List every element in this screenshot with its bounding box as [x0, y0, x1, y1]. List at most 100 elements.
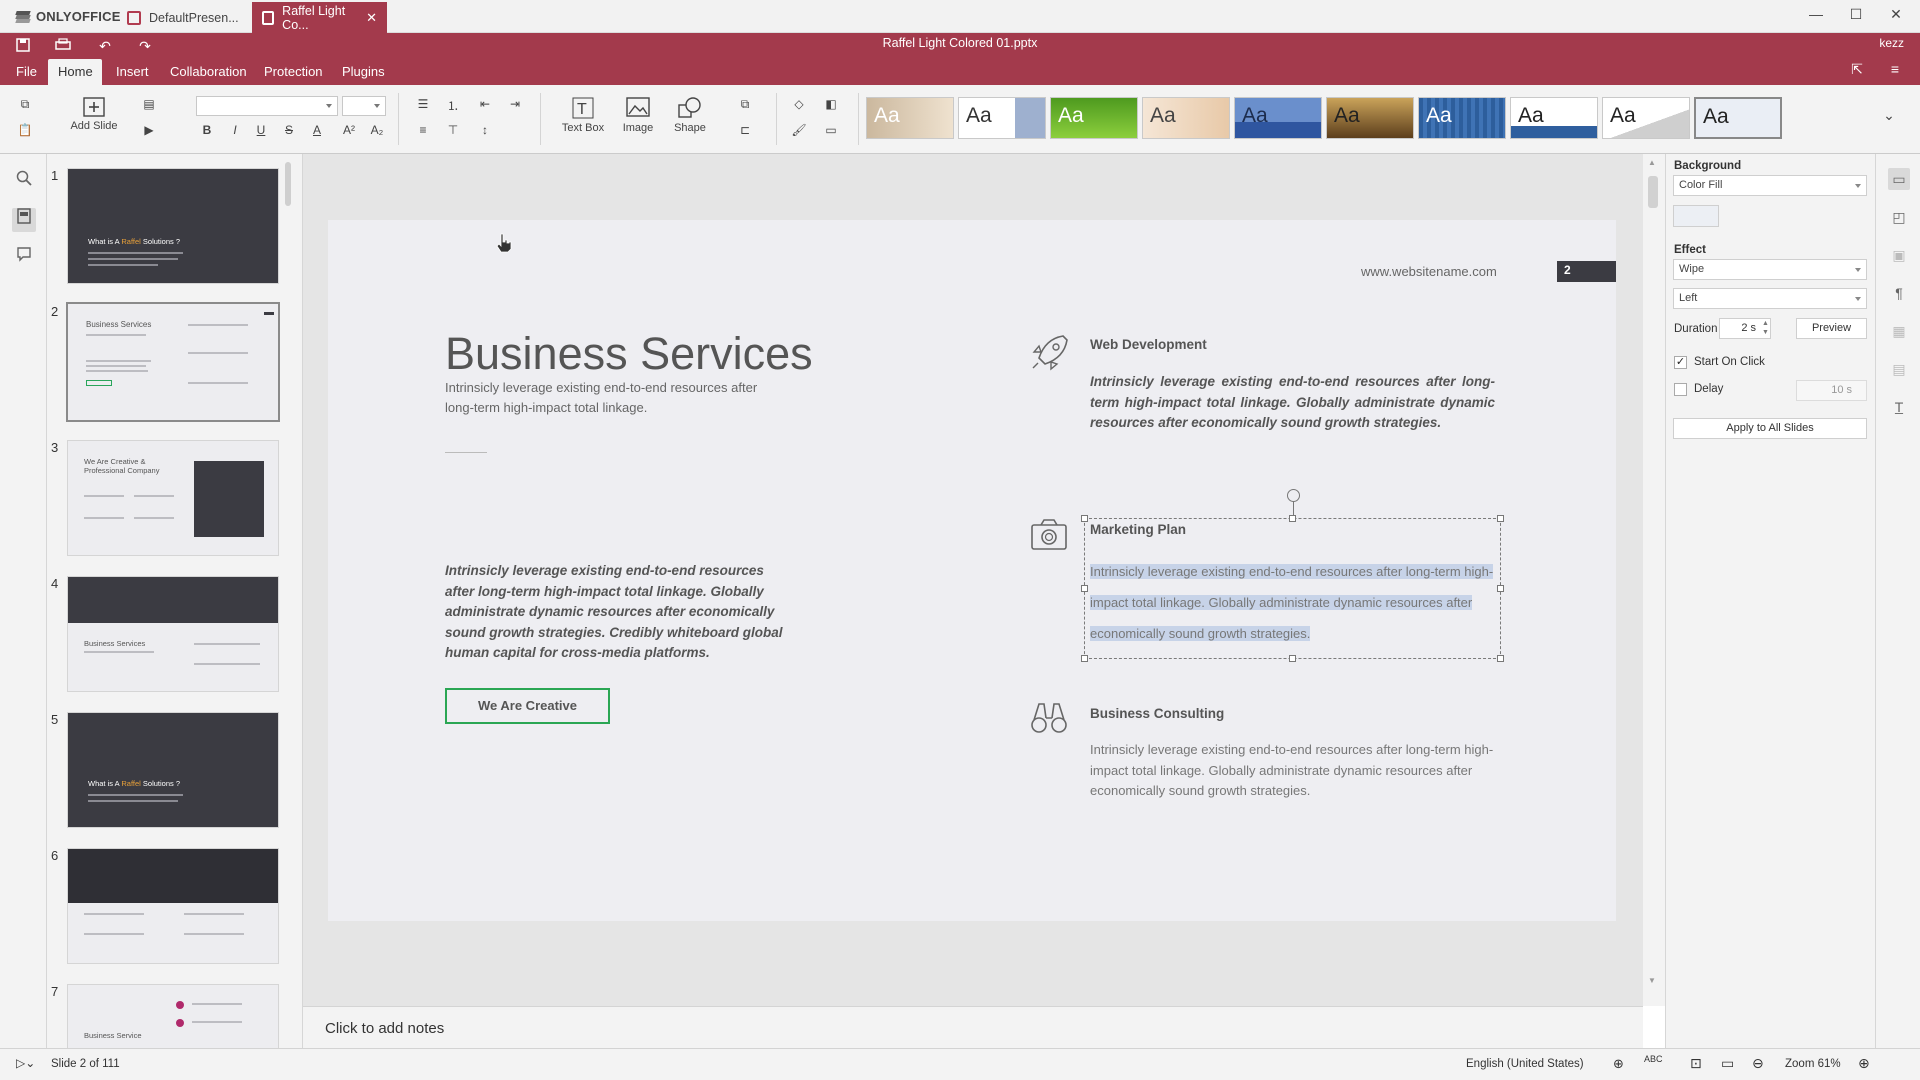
theme-thumbnail[interactable]: Aa [866, 97, 954, 139]
slide-thumbnail-5[interactable]: What is A Raffel Solutions ? [67, 712, 279, 828]
bold-icon[interactable]: B [198, 123, 216, 137]
slide-size-icon[interactable]: ▭ [822, 123, 840, 137]
service-body-web-development[interactable]: Intrinsicly leverage existing end-to-end… [1090, 372, 1495, 434]
scrollbar-thumb[interactable] [1648, 176, 1658, 208]
numbering-icon[interactable]: ⒈ [444, 97, 462, 114]
clear-style-icon[interactable]: ◇ [790, 97, 808, 111]
language-globe-icon[interactable]: ⊕ [1613, 1056, 1624, 1072]
language-selector[interactable]: English (United States) [1466, 1058, 1584, 1070]
resize-handle[interactable] [1497, 585, 1504, 592]
line-spacing-icon[interactable]: ↕ [476, 123, 494, 137]
close-icon[interactable]: ✕ [1881, 6, 1911, 26]
slide-layout-icon[interactable]: ▤ [140, 97, 158, 111]
resize-handle[interactable] [1289, 515, 1296, 522]
image-settings-icon[interactable]: ▣ [1888, 244, 1910, 266]
slides-panel-icon[interactable] [12, 208, 36, 232]
scroll-up-icon[interactable]: ▲ [1648, 158, 1656, 167]
slide-subtitle[interactable]: Intrinsicly leverage existing end-to-end… [445, 378, 775, 418]
duration-stepper-icon[interactable]: ▲ ▼ [1762, 319, 1769, 337]
font-family-select[interactable] [196, 96, 338, 116]
theme-thumbnail[interactable]: Aa [1326, 97, 1414, 139]
start-on-click-checkbox[interactable]: ✓ [1674, 356, 1687, 369]
resize-handle[interactable] [1497, 655, 1504, 662]
tab-raffel-light[interactable]: Raffel Light Co... ✕ [252, 2, 387, 33]
align-left-icon[interactable]: ≡ [414, 123, 432, 137]
add-slide-button[interactable]: Add Slide [64, 97, 124, 132]
slide-italic-paragraph[interactable]: Intrinsicly leverage existing end-to-end… [445, 561, 795, 664]
text-box-button[interactable]: T Text Box [558, 97, 608, 134]
paragraph-settings-icon[interactable]: ¶ [1888, 282, 1910, 304]
theme-thumbnail[interactable]: Aa [1418, 97, 1506, 139]
service-body-marketing-plan[interactable]: Intrinsicly leverage existing end-to-end… [1090, 556, 1496, 649]
tab-default-presentation[interactable]: DefaultPresen... [117, 2, 250, 33]
increase-indent-icon[interactable]: ⇥ [506, 97, 524, 111]
we-are-creative-button[interactable]: We Are Creative [445, 688, 610, 724]
font-color-icon[interactable]: A [308, 123, 326, 137]
open-file-location-icon[interactable]: ⇱ [1848, 61, 1866, 77]
theme-thumbnail[interactable]: Aa [1234, 97, 1322, 139]
menu-home[interactable]: Home [48, 59, 102, 85]
zoom-out-icon[interactable]: ⊖ [1752, 1055, 1764, 1072]
canvas-vertical-scrollbar[interactable]: ▲ ▼ [1643, 154, 1665, 1006]
spell-check-icon[interactable]: ABC [1644, 1054, 1663, 1064]
menu-file[interactable]: File [6, 59, 47, 85]
effect-direction-select[interactable]: Left [1673, 288, 1867, 309]
font-size-select[interactable] [342, 96, 386, 116]
search-icon[interactable] [12, 170, 36, 194]
slide-thumbnail-6[interactable] [67, 848, 279, 964]
thumbnails-scrollbar[interactable] [285, 162, 291, 206]
resize-handle[interactable] [1081, 585, 1088, 592]
minimize-icon[interactable]: — [1801, 6, 1831, 26]
service-heading-web-development[interactable]: Web Development [1090, 337, 1207, 352]
copy-icon[interactable]: ⧉ [16, 97, 34, 112]
slide-thumbnail-2[interactable]: Business Services [66, 302, 280, 422]
user-name[interactable]: kezz [1879, 36, 1904, 50]
theme-thumbnail[interactable]: Aa [1142, 97, 1230, 139]
scroll-down-icon[interactable]: ▼ [1648, 976, 1656, 985]
shape-settings-icon[interactable]: ◰ [1888, 206, 1910, 228]
background-color-swatch[interactable] [1673, 205, 1719, 227]
slide-thumbnail-1[interactable]: What is A Raffel Solutions ? [67, 168, 279, 284]
resize-handle[interactable] [1081, 515, 1088, 522]
apply-to-all-slides-button[interactable]: Apply to All Slides [1673, 418, 1867, 439]
underline-icon[interactable]: U [252, 123, 270, 137]
menu-plugins[interactable]: Plugins [332, 59, 395, 85]
table-settings-icon[interactable]: ▦ [1888, 320, 1910, 342]
zoom-in-icon[interactable]: ⊕ [1858, 1055, 1870, 1072]
italic-icon[interactable]: I [226, 123, 244, 137]
resize-handle[interactable] [1289, 655, 1296, 662]
notes-area[interactable]: Click to add notes [303, 1006, 1643, 1048]
theme-thumbnail[interactable]: Aa [1510, 97, 1598, 139]
preview-button[interactable]: Preview [1796, 318, 1867, 339]
service-heading-marketing-plan[interactable]: Marketing Plan [1090, 522, 1186, 537]
theme-thumbnail[interactable]: Aa [958, 97, 1046, 139]
rotate-handle-icon[interactable] [1287, 489, 1300, 502]
background-fill-select[interactable]: Color Fill [1673, 175, 1867, 196]
tab-close-icon[interactable]: ✕ [366, 10, 377, 26]
theme-gallery-expand-icon[interactable]: ⌄ [1880, 107, 1898, 124]
bullets-icon[interactable]: ☰ [414, 97, 432, 111]
vertical-align-icon[interactable]: ⊤ [444, 123, 462, 137]
subscript-icon[interactable]: A₂ [368, 123, 386, 137]
start-slideshow-icon[interactable]: ▶ [140, 123, 158, 137]
theme-thumbnail-selected[interactable]: Aa [1694, 97, 1782, 139]
decrease-indent-icon[interactable]: ⇤ [476, 97, 494, 111]
menu-protection[interactable]: Protection [254, 59, 333, 85]
menu-insert[interactable]: Insert [106, 59, 159, 85]
fit-slide-icon[interactable]: ⊡ [1690, 1055, 1702, 1072]
arrange-icon[interactable]: ⧉ [736, 97, 754, 112]
slide-thumbnail-7[interactable]: Business Service [67, 984, 279, 1048]
slide-settings-icon[interactable]: ▭ [1888, 168, 1910, 190]
text-art-settings-icon[interactable]: T̲ [1888, 396, 1910, 418]
color-scheme-icon[interactable]: ◧ [822, 97, 840, 111]
delay-spinner[interactable]: 10 s [1796, 380, 1867, 401]
superscript-icon[interactable]: A² [340, 123, 358, 137]
service-heading-business-consulting[interactable]: Business Consulting [1090, 706, 1224, 721]
image-button[interactable]: Image [616, 97, 660, 134]
menu-collaboration[interactable]: Collaboration [160, 59, 257, 85]
align-shape-icon[interactable]: ⊏ [736, 123, 754, 137]
slideshow-start-icon[interactable]: ▷⌄ [16, 1056, 35, 1070]
slide-title[interactable]: Business Services [445, 328, 813, 380]
paste-icon[interactable]: 📋 [16, 123, 34, 137]
maximize-icon[interactable]: ☐ [1841, 6, 1871, 26]
